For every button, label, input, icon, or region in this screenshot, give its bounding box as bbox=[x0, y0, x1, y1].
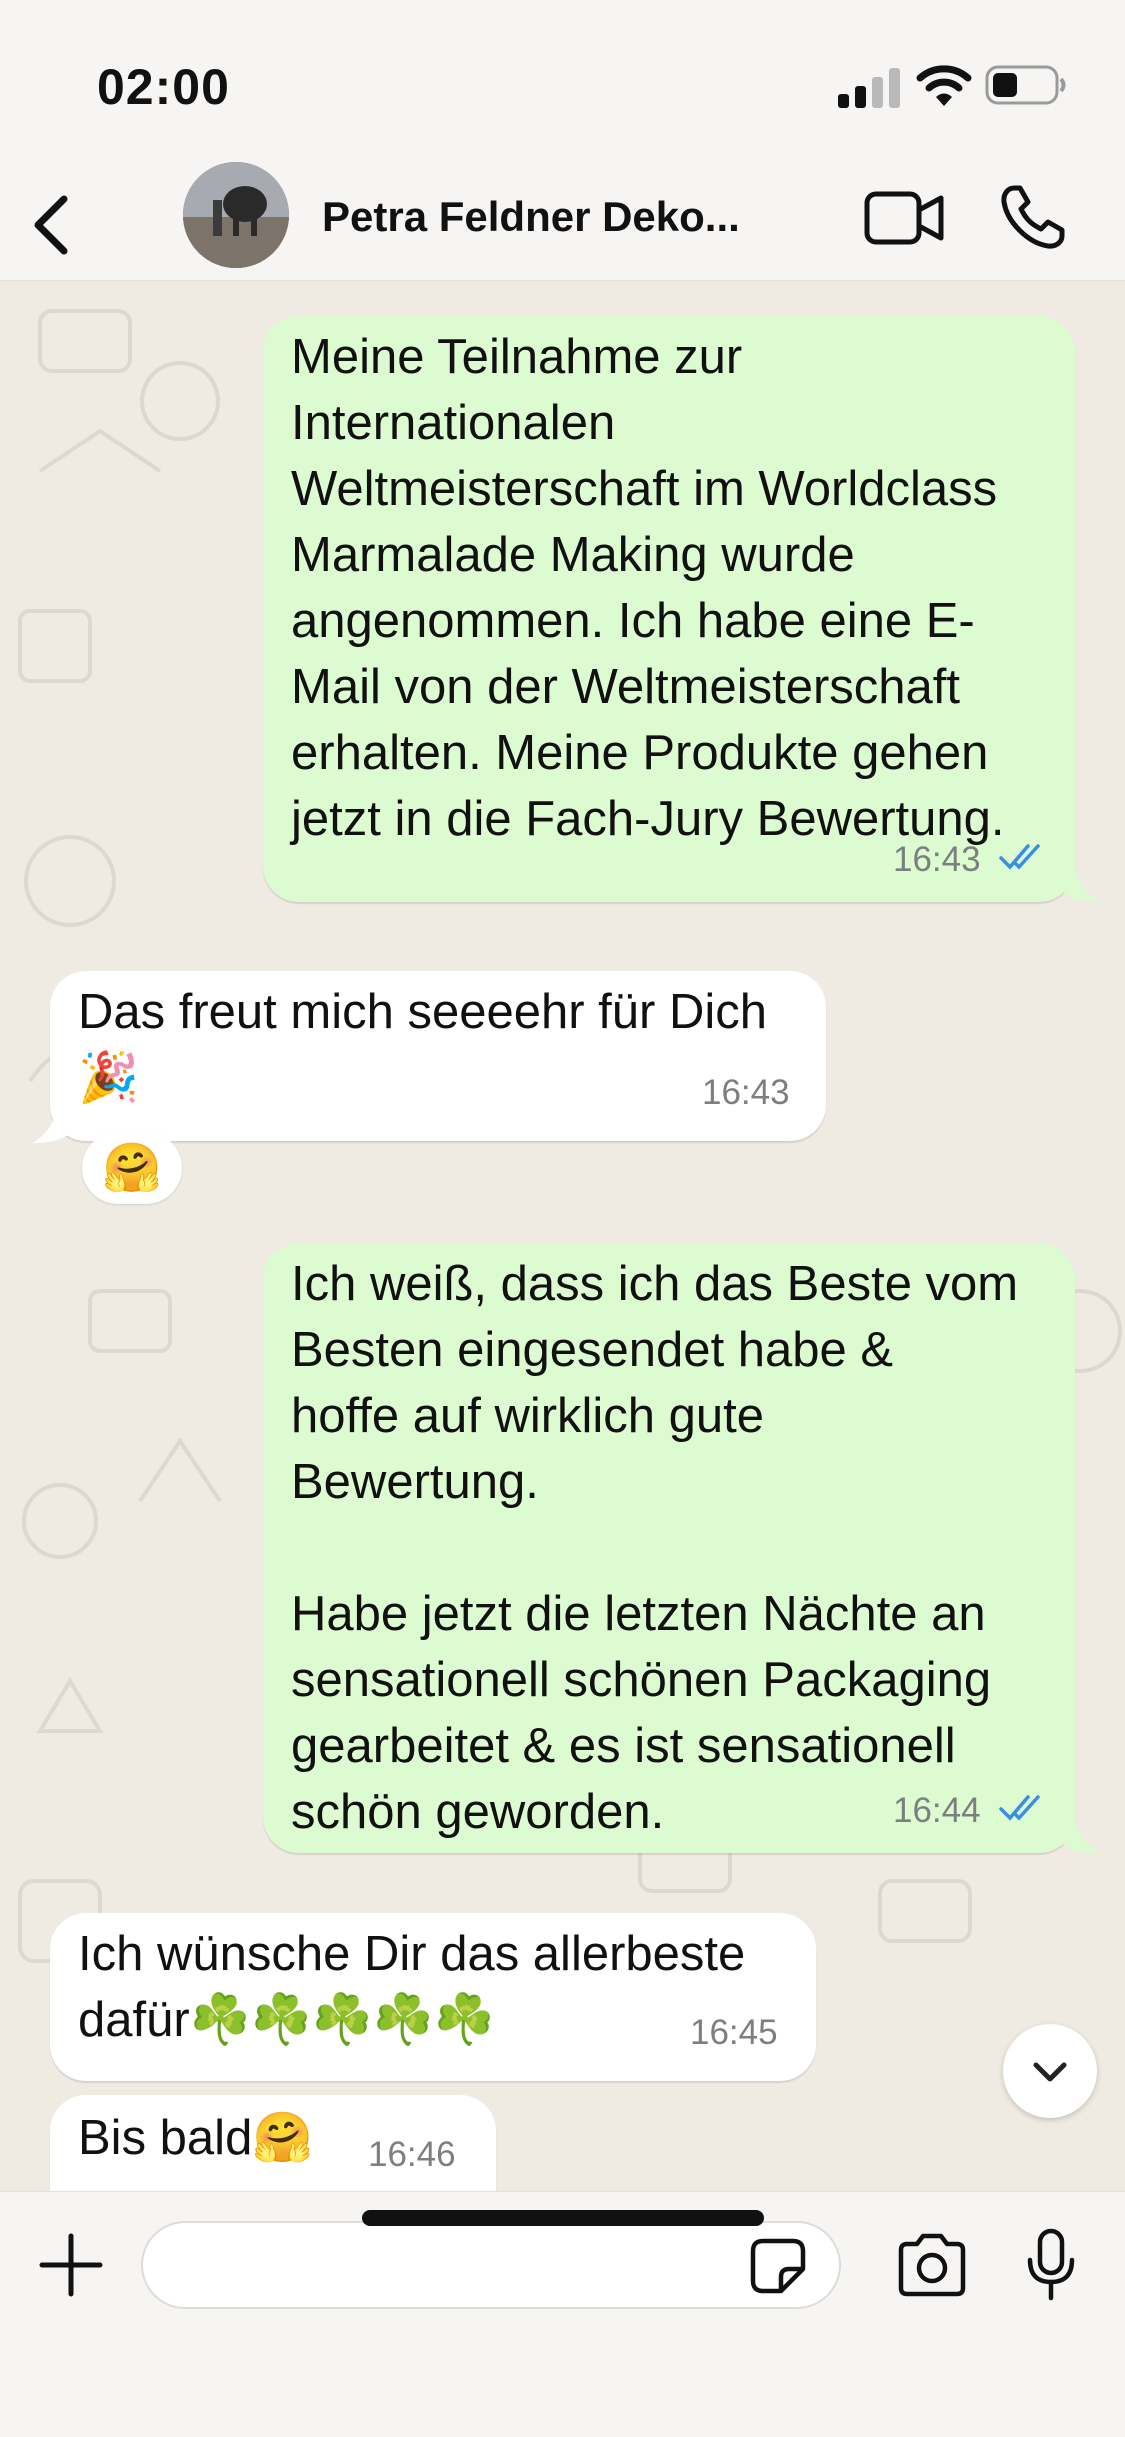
message-text: Das freut mich seeeehr für Dich 🎉 bbox=[78, 985, 767, 1105]
scroll-to-bottom-button[interactable] bbox=[1003, 2024, 1097, 2118]
message-time: 16:43 bbox=[893, 840, 981, 879]
message-time: 16:43 bbox=[702, 1073, 790, 1112]
bubble-tail bbox=[32, 1103, 70, 1143]
double-check-icon bbox=[999, 1795, 1040, 1821]
contact-name[interactable]: Petra Feldner Deko... bbox=[322, 193, 740, 241]
wifi-icon bbox=[916, 65, 972, 106]
chevron-down-icon bbox=[1033, 2062, 1067, 2082]
status-time: 02:00 bbox=[97, 59, 230, 115]
message-input[interactable] bbox=[141, 2221, 841, 2309]
message-time: 16:45 bbox=[690, 2013, 778, 2052]
message-bubble-outgoing[interactable]: Ich weiß, dass ich das Beste vom Besten … bbox=[263, 1243, 1075, 1853]
chat-header: Petra Feldner Deko... bbox=[0, 160, 1125, 281]
status-bar: 02:00 bbox=[0, 0, 1125, 160]
cellular-signal-icon bbox=[838, 66, 902, 108]
bubble-tail bbox=[1062, 1813, 1100, 1853]
microphone-icon[interactable] bbox=[1025, 2228, 1077, 2302]
double-check-icon bbox=[999, 844, 1040, 870]
contact-avatar[interactable] bbox=[183, 162, 289, 268]
message-text: Bis bald🤗 bbox=[78, 2111, 314, 2165]
back-chevron-icon[interactable] bbox=[20, 185, 90, 265]
message-bubble-incoming[interactable]: Ich wünsche Dir das allerbeste dafür☘️☘️… bbox=[50, 1913, 816, 2081]
video-camera-icon[interactable] bbox=[863, 188, 945, 248]
camera-icon[interactable] bbox=[895, 2232, 969, 2298]
plus-icon[interactable] bbox=[38, 2232, 104, 2298]
message-time: 16:46 bbox=[368, 2135, 456, 2174]
message-text: Meine Teilnahme zur Internationalen Welt… bbox=[291, 330, 1005, 846]
sticker-icon[interactable] bbox=[749, 2237, 807, 2295]
phone-icon[interactable] bbox=[998, 182, 1068, 252]
input-bar bbox=[0, 2191, 1125, 2437]
message-reaction[interactable]: 🤗 bbox=[82, 1132, 182, 1204]
message-bubble-incoming[interactable]: Das freut mich seeeehr für Dich 🎉 16:43 bbox=[50, 971, 826, 1141]
bubble-tail bbox=[1062, 861, 1100, 901]
chat-area[interactable]: Meine Teilnahme zur Internationalen Welt… bbox=[0, 281, 1125, 2191]
message-bubble-incoming[interactable]: Bis bald🤗 16:46 bbox=[50, 2095, 496, 2191]
home-indicator[interactable] bbox=[362, 2210, 764, 2226]
message-text: Ich weiß, dass ich das Beste vom Besten … bbox=[291, 1257, 1019, 1839]
message-time: 16:44 bbox=[893, 1791, 981, 1830]
message-bubble-outgoing[interactable]: Meine Teilnahme zur Internationalen Welt… bbox=[263, 316, 1075, 902]
battery-icon bbox=[985, 65, 1066, 105]
